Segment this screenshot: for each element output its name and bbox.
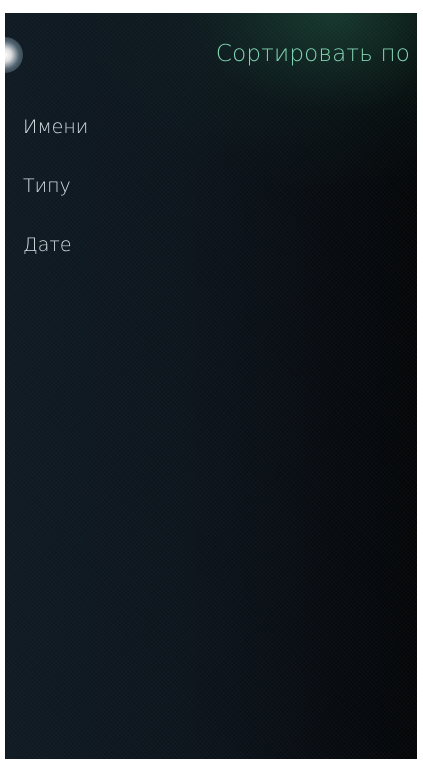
page-title: Сортировать по bbox=[215, 41, 410, 67]
sort-option-name[interactable]: Имени bbox=[5, 101, 417, 160]
sort-option-date[interactable]: Дате bbox=[5, 219, 417, 278]
pulley-menu-indicator bbox=[5, 37, 23, 73]
sort-option-type[interactable]: Типу bbox=[5, 160, 417, 219]
sort-option-list: Имени Типу Дате bbox=[5, 101, 417, 278]
sort-dialog: Сортировать по Имени Типу Дате bbox=[5, 13, 417, 759]
